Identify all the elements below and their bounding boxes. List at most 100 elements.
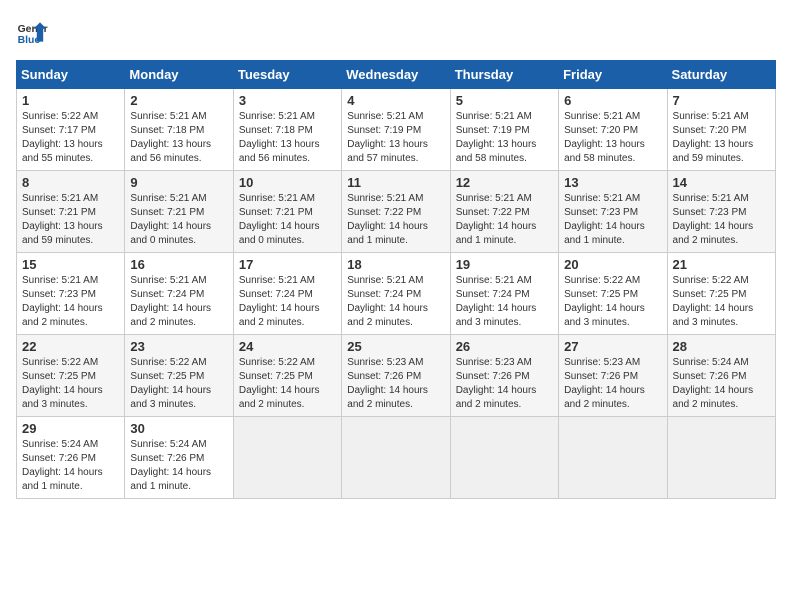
calendar-cell: 14 Sunrise: 5:21 AMSunset: 7:23 PMDaylig… <box>667 171 775 253</box>
day-info: Sunrise: 5:22 AMSunset: 7:25 PMDaylight:… <box>673 274 770 330</box>
day-number: 13 <box>564 175 661 190</box>
day-info: Sunrise: 5:21 AMSunset: 7:20 PMDaylight:… <box>673 110 770 166</box>
day-number: 11 <box>347 175 444 190</box>
day-number: 21 <box>673 257 770 272</box>
calendar-cell: 28 Sunrise: 5:24 AMSunset: 7:26 PMDaylig… <box>667 335 775 417</box>
day-number: 5 <box>456 93 553 108</box>
day-number: 18 <box>347 257 444 272</box>
calendar-cell: 16 Sunrise: 5:21 AMSunset: 7:24 PMDaylig… <box>125 253 233 335</box>
calendar-header-row: SundayMondayTuesdayWednesdayThursdayFrid… <box>17 61 776 89</box>
calendar-week-row: 15 Sunrise: 5:21 AMSunset: 7:23 PMDaylig… <box>17 253 776 335</box>
calendar-header-saturday: Saturday <box>667 61 775 89</box>
day-number: 3 <box>239 93 336 108</box>
calendar-week-row: 1 Sunrise: 5:22 AMSunset: 7:17 PMDayligh… <box>17 89 776 171</box>
day-info: Sunrise: 5:21 AMSunset: 7:19 PMDaylight:… <box>347 110 444 166</box>
day-info: Sunrise: 5:21 AMSunset: 7:23 PMDaylight:… <box>673 192 770 248</box>
calendar-cell: 11 Sunrise: 5:21 AMSunset: 7:22 PMDaylig… <box>342 171 450 253</box>
day-info: Sunrise: 5:21 AMSunset: 7:22 PMDaylight:… <box>347 192 444 248</box>
calendar-header-friday: Friday <box>559 61 667 89</box>
day-info: Sunrise: 5:22 AMSunset: 7:25 PMDaylight:… <box>130 356 227 412</box>
calendar-cell: 26 Sunrise: 5:23 AMSunset: 7:26 PMDaylig… <box>450 335 558 417</box>
day-number: 28 <box>673 339 770 354</box>
day-info: Sunrise: 5:22 AMSunset: 7:17 PMDaylight:… <box>22 110 119 166</box>
calendar-cell: 5 Sunrise: 5:21 AMSunset: 7:19 PMDayligh… <box>450 89 558 171</box>
day-info: Sunrise: 5:21 AMSunset: 7:23 PMDaylight:… <box>564 192 661 248</box>
day-info: Sunrise: 5:21 AMSunset: 7:20 PMDaylight:… <box>564 110 661 166</box>
page-header: General Blue <box>16 16 776 48</box>
calendar-cell <box>450 417 558 499</box>
day-number: 30 <box>130 421 227 436</box>
calendar-cell: 27 Sunrise: 5:23 AMSunset: 7:26 PMDaylig… <box>559 335 667 417</box>
day-number: 1 <box>22 93 119 108</box>
calendar-cell: 15 Sunrise: 5:21 AMSunset: 7:23 PMDaylig… <box>17 253 125 335</box>
day-number: 22 <box>22 339 119 354</box>
calendar-cell <box>667 417 775 499</box>
calendar-cell: 18 Sunrise: 5:21 AMSunset: 7:24 PMDaylig… <box>342 253 450 335</box>
svg-text:General: General <box>18 24 48 35</box>
day-number: 23 <box>130 339 227 354</box>
day-info: Sunrise: 5:24 AMSunset: 7:26 PMDaylight:… <box>673 356 770 412</box>
day-number: 24 <box>239 339 336 354</box>
day-info: Sunrise: 5:23 AMSunset: 7:26 PMDaylight:… <box>347 356 444 412</box>
day-number: 10 <box>239 175 336 190</box>
day-info: Sunrise: 5:21 AMSunset: 7:18 PMDaylight:… <box>239 110 336 166</box>
calendar-cell: 17 Sunrise: 5:21 AMSunset: 7:24 PMDaylig… <box>233 253 341 335</box>
calendar-cell: 19 Sunrise: 5:21 AMSunset: 7:24 PMDaylig… <box>450 253 558 335</box>
day-info: Sunrise: 5:21 AMSunset: 7:24 PMDaylight:… <box>130 274 227 330</box>
calendar-cell: 12 Sunrise: 5:21 AMSunset: 7:22 PMDaylig… <box>450 171 558 253</box>
day-info: Sunrise: 5:21 AMSunset: 7:24 PMDaylight:… <box>347 274 444 330</box>
day-number: 17 <box>239 257 336 272</box>
calendar-cell: 24 Sunrise: 5:22 AMSunset: 7:25 PMDaylig… <box>233 335 341 417</box>
day-info: Sunrise: 5:21 AMSunset: 7:24 PMDaylight:… <box>239 274 336 330</box>
calendar-cell <box>342 417 450 499</box>
calendar-week-row: 22 Sunrise: 5:22 AMSunset: 7:25 PMDaylig… <box>17 335 776 417</box>
calendar-cell: 23 Sunrise: 5:22 AMSunset: 7:25 PMDaylig… <box>125 335 233 417</box>
day-info: Sunrise: 5:21 AMSunset: 7:21 PMDaylight:… <box>130 192 227 248</box>
calendar-cell: 1 Sunrise: 5:22 AMSunset: 7:17 PMDayligh… <box>17 89 125 171</box>
logo: General Blue <box>16 16 48 48</box>
day-info: Sunrise: 5:21 AMSunset: 7:21 PMDaylight:… <box>239 192 336 248</box>
calendar-cell: 7 Sunrise: 5:21 AMSunset: 7:20 PMDayligh… <box>667 89 775 171</box>
day-number: 25 <box>347 339 444 354</box>
day-number: 6 <box>564 93 661 108</box>
calendar-header-monday: Monday <box>125 61 233 89</box>
day-info: Sunrise: 5:22 AMSunset: 7:25 PMDaylight:… <box>564 274 661 330</box>
day-info: Sunrise: 5:22 AMSunset: 7:25 PMDaylight:… <box>239 356 336 412</box>
calendar-header-tuesday: Tuesday <box>233 61 341 89</box>
day-number: 27 <box>564 339 661 354</box>
day-info: Sunrise: 5:23 AMSunset: 7:26 PMDaylight:… <box>456 356 553 412</box>
day-number: 20 <box>564 257 661 272</box>
day-number: 4 <box>347 93 444 108</box>
calendar-cell: 29 Sunrise: 5:24 AMSunset: 7:26 PMDaylig… <box>17 417 125 499</box>
day-number: 7 <box>673 93 770 108</box>
day-info: Sunrise: 5:21 AMSunset: 7:24 PMDaylight:… <box>456 274 553 330</box>
day-number: 14 <box>673 175 770 190</box>
day-info: Sunrise: 5:21 AMSunset: 7:21 PMDaylight:… <box>22 192 119 248</box>
day-info: Sunrise: 5:21 AMSunset: 7:23 PMDaylight:… <box>22 274 119 330</box>
calendar-week-row: 29 Sunrise: 5:24 AMSunset: 7:26 PMDaylig… <box>17 417 776 499</box>
calendar-cell: 4 Sunrise: 5:21 AMSunset: 7:19 PMDayligh… <box>342 89 450 171</box>
day-number: 9 <box>130 175 227 190</box>
calendar-cell: 2 Sunrise: 5:21 AMSunset: 7:18 PMDayligh… <box>125 89 233 171</box>
calendar-cell: 9 Sunrise: 5:21 AMSunset: 7:21 PMDayligh… <box>125 171 233 253</box>
day-info: Sunrise: 5:23 AMSunset: 7:26 PMDaylight:… <box>564 356 661 412</box>
day-info: Sunrise: 5:21 AMSunset: 7:18 PMDaylight:… <box>130 110 227 166</box>
calendar-cell: 25 Sunrise: 5:23 AMSunset: 7:26 PMDaylig… <box>342 335 450 417</box>
day-number: 12 <box>456 175 553 190</box>
calendar-cell: 3 Sunrise: 5:21 AMSunset: 7:18 PMDayligh… <box>233 89 341 171</box>
day-info: Sunrise: 5:24 AMSunset: 7:26 PMDaylight:… <box>22 438 119 494</box>
calendar-cell: 22 Sunrise: 5:22 AMSunset: 7:25 PMDaylig… <box>17 335 125 417</box>
day-info: Sunrise: 5:21 AMSunset: 7:22 PMDaylight:… <box>456 192 553 248</box>
day-number: 29 <box>22 421 119 436</box>
day-number: 16 <box>130 257 227 272</box>
calendar-header-thursday: Thursday <box>450 61 558 89</box>
day-number: 26 <box>456 339 553 354</box>
calendar-week-row: 8 Sunrise: 5:21 AMSunset: 7:21 PMDayligh… <box>17 171 776 253</box>
calendar-cell: 13 Sunrise: 5:21 AMSunset: 7:23 PMDaylig… <box>559 171 667 253</box>
calendar-cell <box>559 417 667 499</box>
calendar-cell: 10 Sunrise: 5:21 AMSunset: 7:21 PMDaylig… <box>233 171 341 253</box>
day-number: 2 <box>130 93 227 108</box>
day-info: Sunrise: 5:24 AMSunset: 7:26 PMDaylight:… <box>130 438 227 494</box>
day-number: 19 <box>456 257 553 272</box>
calendar-cell: 30 Sunrise: 5:24 AMSunset: 7:26 PMDaylig… <box>125 417 233 499</box>
